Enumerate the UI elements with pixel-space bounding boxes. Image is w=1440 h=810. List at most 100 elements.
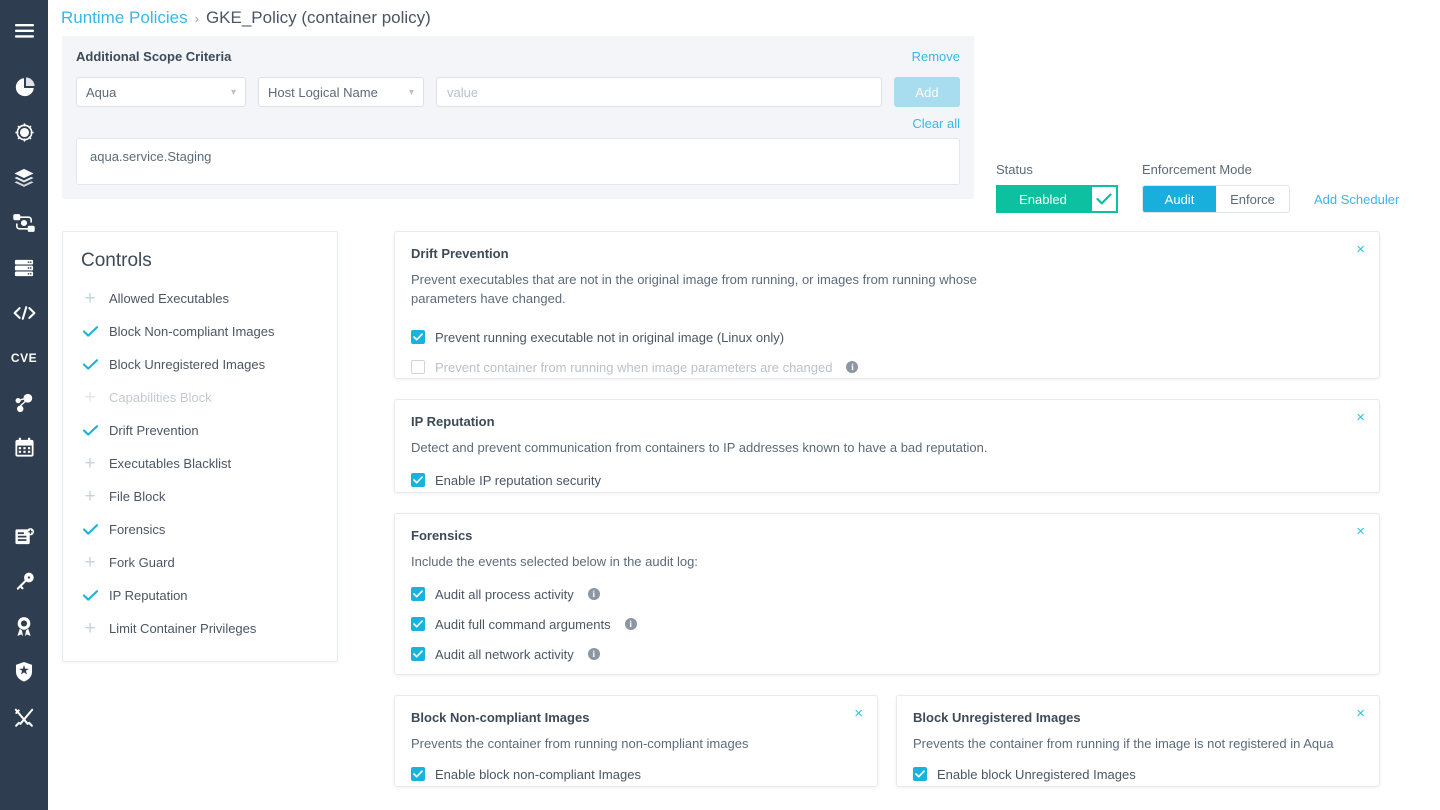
checkbox-checked-icon[interactable]	[411, 473, 425, 487]
checkbox-checked-icon[interactable]	[411, 587, 425, 601]
option-label: Enable IP reputation security	[435, 472, 601, 488]
policy-status-area: Status Enabled Enforcement Mode Audit En…	[974, 36, 1399, 213]
cve-icon[interactable]: CVE	[0, 335, 48, 380]
add-scheduler-link[interactable]: Add Scheduler	[1314, 192, 1399, 213]
close-icon[interactable]: ×	[854, 706, 863, 721]
cve-label: CVE	[10, 350, 38, 365]
option-label: Enable block Unregistered Images	[937, 766, 1136, 782]
card-options: Enable block Unregistered Images	[913, 759, 1363, 789]
scope-source-value: Aqua	[86, 84, 117, 100]
close-icon[interactable]: ×	[1356, 410, 1365, 425]
tools-icon[interactable]	[0, 694, 48, 739]
card-description: Detect and prevent communication from co…	[411, 440, 988, 455]
info-icon[interactable]: i	[587, 588, 600, 600]
breadcrumb-parent-link[interactable]: Runtime Policies	[61, 8, 188, 28]
card-title: Block Unregistered Images	[913, 710, 1081, 725]
key-icon[interactable]	[0, 559, 48, 604]
option-audit-all-process-activity[interactable]: Audit all process activity i	[411, 579, 1363, 609]
mode-audit-button[interactable]: Audit	[1143, 186, 1216, 212]
scope-and-status-row: Additional Scope Criteria Remove Aqua ▾ …	[48, 36, 1440, 213]
clear-all-link[interactable]: Clear all	[912, 116, 960, 131]
close-icon[interactable]: ×	[1356, 242, 1365, 257]
control-label: IP Reputation	[109, 588, 188, 603]
control-item-forensics[interactable]: Forensics	[63, 513, 337, 546]
info-icon[interactable]: i	[587, 648, 600, 660]
checkbox-checked-icon[interactable]	[411, 330, 425, 344]
checkbox-checked-icon[interactable]	[411, 647, 425, 661]
helm-settings-icon[interactable]	[0, 110, 48, 155]
enforcement-mode-group: Enforcement Mode Audit Enforce	[1142, 162, 1290, 213]
checkbox-unchecked-icon[interactable]	[411, 360, 425, 374]
option-enable-ip-reputation[interactable]: Enable IP reputation security	[411, 465, 1363, 495]
server-icon[interactable]	[0, 245, 48, 290]
option-label: Audit full command arguments	[435, 616, 611, 632]
breadcrumb-separator-icon: ›	[194, 10, 199, 26]
control-item-limit-container-privileges[interactable]: + Limit Container Privileges	[63, 612, 337, 645]
checkbox-checked-icon[interactable]	[913, 767, 927, 781]
control-label: Forensics	[109, 522, 166, 537]
option-label: Prevent container from running when imag…	[435, 359, 833, 375]
clear-all-row: Clear all	[76, 116, 960, 131]
control-label: Fork Guard	[109, 555, 175, 570]
control-label: Drift Prevention	[109, 423, 199, 438]
mode-enforce-button[interactable]: Enforce	[1216, 186, 1289, 212]
control-item-file-block[interactable]: + File Block	[63, 480, 337, 513]
option-audit-all-network-activity[interactable]: Audit all network activity i	[411, 639, 1363, 669]
control-item-block-non-compliant-images[interactable]: Block Non-compliant Images	[63, 315, 337, 348]
check-icon	[81, 521, 99, 539]
control-item-drift-prevention[interactable]: Drift Prevention	[63, 414, 337, 447]
checkbox-checked-icon[interactable]	[411, 767, 425, 781]
control-label: Block Unregistered Images	[109, 357, 266, 372]
checkbox-checked-icon[interactable]	[411, 617, 425, 631]
topology-icon[interactable]	[0, 380, 48, 425]
code-icon[interactable]	[0, 290, 48, 335]
control-item-capabilities-block[interactable]: + Capabilities Block	[63, 381, 337, 414]
enforcement-mode-toggle[interactable]: Audit Enforce	[1142, 185, 1290, 213]
status-check-icon[interactable]	[1090, 185, 1118, 213]
close-icon[interactable]: ×	[1356, 524, 1365, 539]
plus-icon: +	[84, 618, 96, 639]
control-item-fork-guard[interactable]: + Fork Guard	[63, 546, 337, 579]
remove-scope-link[interactable]: Remove	[912, 49, 960, 64]
info-icon[interactable]: i	[846, 361, 859, 373]
option-prevent-container-params-changed[interactable]: Prevent container from running when imag…	[411, 352, 1363, 382]
card-description: Include the events selected below in the…	[411, 554, 698, 569]
hamburger-menu-icon[interactable]	[0, 8, 48, 53]
app-root: CVE Runtime Policies › GKE_Policy (conta…	[0, 0, 1440, 810]
report-icon[interactable]	[0, 514, 48, 559]
option-enable-block-non-compliant[interactable]: Enable block non-compliant Images	[411, 759, 861, 789]
calendar-icon[interactable]	[0, 425, 48, 470]
chevron-down-icon: ▾	[408, 86, 414, 98]
card-options: Enable block non-compliant Images	[411, 759, 861, 789]
close-icon[interactable]: ×	[1356, 706, 1365, 721]
status-group: Status Enabled	[996, 162, 1118, 213]
option-enable-block-unregistered[interactable]: Enable block Unregistered Images	[913, 759, 1363, 789]
control-item-ip-reputation[interactable]: IP Reputation	[63, 579, 337, 612]
status-enabled-button[interactable]: Enabled	[996, 185, 1090, 213]
control-item-executables-blacklist[interactable]: + Executables Blacklist	[63, 447, 337, 480]
add-scope-button[interactable]: Add	[894, 77, 960, 107]
pipeline-icon[interactable]	[0, 200, 48, 245]
scope-tags-box[interactable]: aqua.service.Staging	[76, 138, 960, 185]
card-block-non-compliant-images: × Block Non-compliant Images Prevents th…	[394, 695, 878, 787]
option-audit-full-command-arguments[interactable]: Audit full command arguments i	[411, 609, 1363, 639]
check-icon	[81, 356, 99, 374]
dashboard-pie-icon[interactable]	[0, 65, 48, 110]
scope-source-select[interactable]: Aqua ▾	[76, 77, 246, 107]
info-icon[interactable]: i	[624, 618, 637, 630]
option-label: Audit all network activity	[435, 646, 574, 662]
scope-value-input[interactable]	[436, 77, 882, 107]
enforcement-mode-label: Enforcement Mode	[1142, 162, 1252, 177]
card-forensics: × Forensics Include the events selected …	[394, 513, 1380, 675]
shield-star-icon[interactable]	[0, 649, 48, 694]
main-content: Runtime Policies › GKE_Policy (container…	[48, 0, 1440, 810]
scope-attribute-select[interactable]: Host Logical Name ▾	[258, 77, 424, 107]
control-label: Allowed Executables	[109, 291, 229, 306]
badge-icon[interactable]	[0, 604, 48, 649]
card-title: IP Reputation	[411, 414, 495, 429]
control-item-block-unregistered-images[interactable]: Block Unregistered Images	[63, 348, 337, 381]
status-toggle[interactable]: Enabled	[996, 185, 1118, 213]
option-prevent-running-executable[interactable]: Prevent running executable not in origin…	[411, 322, 1363, 352]
layers-icon[interactable]	[0, 155, 48, 200]
control-item-allowed-executables[interactable]: + Allowed Executables	[63, 282, 337, 315]
